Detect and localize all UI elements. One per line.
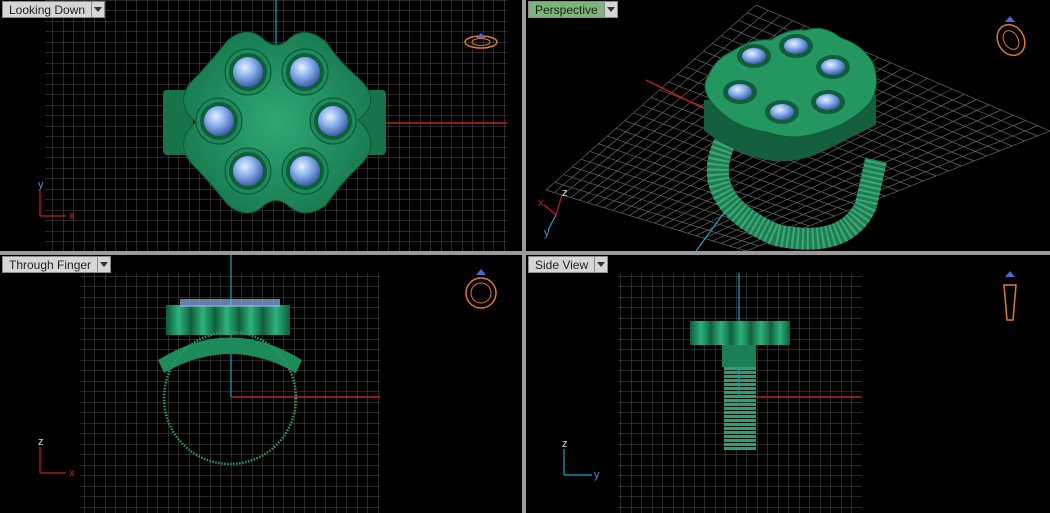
viewport-looking-down[interactable]: y x Looking Down (0, 0, 522, 251)
axis-label-horizontal: x (69, 467, 75, 479)
viewport-menu-dropdown[interactable] (603, 1, 618, 18)
perspective-canvas[interactable]: z x y (526, 0, 1050, 251)
axis-triad: z x (38, 436, 75, 479)
side-view-canvas[interactable]: z y (526, 255, 1050, 513)
viewport-menu-dropdown[interactable] (594, 256, 609, 273)
gem (318, 106, 348, 136)
gem (290, 57, 320, 87)
viewport-label-looking-down[interactable]: Looking Down (2, 1, 106, 18)
axis-label-vertical: z (562, 438, 568, 450)
gem (233, 57, 263, 87)
axis-label-vertical: y (38, 179, 44, 191)
viewport-title: Through Finger (2, 256, 98, 273)
x-axis-line (645, 79, 712, 113)
axis-label-horizontal: x (69, 210, 75, 222)
axis-triad: z y (562, 438, 600, 481)
axis-label-horizontal: y (594, 469, 600, 481)
viewport-label-side-view[interactable]: Side View (528, 256, 609, 273)
ring-shank-side (724, 367, 756, 450)
through-finger-canvas[interactable]: z x (0, 255, 522, 513)
gem (204, 106, 234, 136)
viewport-label-perspective[interactable]: Perspective (528, 1, 618, 18)
axis-label-vertical: z (562, 187, 568, 199)
axis-label-depth: y (544, 227, 550, 239)
gem (233, 156, 263, 186)
axis-label-vertical: z (38, 436, 44, 448)
viewport-label-through-finger[interactable]: Through Finger (2, 256, 112, 273)
viewport-through-finger[interactable]: z x Through Finger (0, 255, 522, 513)
viewport-title: Looking Down (2, 1, 92, 18)
viewport-menu-dropdown[interactable] (97, 256, 112, 273)
looking-down-canvas[interactable]: y x (0, 0, 522, 251)
viewport-grid: y x Looking Down z x y Perspective z x T… (0, 0, 1050, 513)
view-ring-icon[interactable] (465, 269, 497, 309)
viewport-title: Perspective (528, 1, 604, 18)
axis-triad: z x y (538, 187, 568, 239)
viewport-side-view[interactable]: z y Side View (526, 255, 1050, 513)
viewport-perspective[interactable]: z x y Perspective (526, 0, 1050, 251)
viewport-title: Side View (528, 256, 595, 273)
view-ring-icon[interactable] (992, 16, 1031, 60)
gem (290, 156, 320, 186)
axis-label-horizontal: x (538, 197, 544, 209)
view-ring-icon[interactable] (1003, 271, 1017, 321)
ring-head-front (166, 299, 290, 335)
viewport-menu-dropdown[interactable] (91, 1, 106, 18)
